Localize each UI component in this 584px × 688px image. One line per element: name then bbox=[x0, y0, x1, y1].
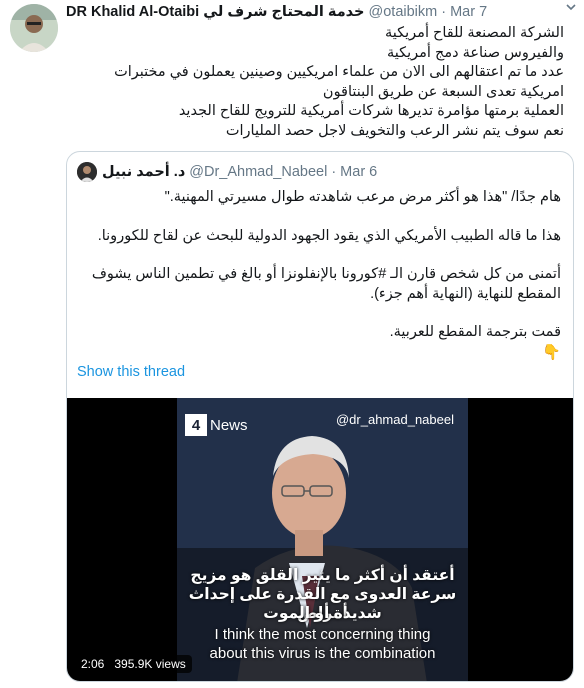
quoted-line: قمت بترجمة المقطع للعربية. bbox=[389, 324, 561, 340]
quoted-paragraph: هذا ما قاله الطبيب الأمريكي الذي يقود ال… bbox=[97, 227, 561, 244]
video-meta: 2:06 395.9K views bbox=[75, 655, 192, 673]
author-tagline[interactable]: خدمة المحتاج شرف لي bbox=[203, 4, 364, 20]
quoted-text: هام جدًا/ "هذا هو أكثر مرض مرعب شاهدته ط… bbox=[77, 188, 561, 373]
tweet-line: نعم سوف يتم نشر الرعب والتخويف لاجل حصد … bbox=[225, 122, 564, 139]
quoted-tweet[interactable]: د. أحمد نبيل @Dr_Ahmad_Nabeel · Mar 6 ها… bbox=[66, 151, 574, 682]
quoted-time[interactable]: Mar 6 bbox=[340, 164, 377, 180]
video-player[interactable]: 4 News @dr_ahmad_nabeel أعتقد أن أكثر ما… bbox=[67, 398, 573, 681]
video-frame: 4 News @dr_ahmad_nabeel أعتقد أن أكثر ما… bbox=[177, 398, 468, 681]
pointing-down-emoji-icon: 👇 bbox=[542, 343, 561, 361]
channel-name: News bbox=[210, 416, 248, 434]
author-avatar[interactable] bbox=[10, 4, 58, 52]
video-watermark: @dr_ahmad_nabeel bbox=[335, 412, 454, 427]
subtitle-english: about this virus is the combination bbox=[209, 645, 436, 662]
quoted-handle[interactable]: @Dr_Ahmad_Nabeel bbox=[189, 164, 327, 180]
video-duration: 2:06 bbox=[81, 657, 105, 671]
separator-dot: · bbox=[441, 4, 447, 20]
subtitle-arabic: أعتقد أن أكثر ما يثير القلق هو مزيج bbox=[190, 567, 455, 584]
chevron-down-icon[interactable] bbox=[564, 0, 578, 14]
author-name[interactable]: DR Khalid Al-Otaibi bbox=[66, 4, 199, 20]
quoted-name[interactable]: د. أحمد نبيل bbox=[102, 164, 185, 180]
tweet-line: الشركة المصنعة للقاح أمريكية bbox=[384, 25, 564, 41]
quoted-paragraph: قمت بترجمة المقطع للعربية. 👇 bbox=[77, 323, 561, 363]
tweet: DR Khalid Al-Otaibi خدمة المحتاج شرف لي … bbox=[0, 0, 584, 688]
quoted-header: د. أحمد نبيل @Dr_Ahmad_Nabeel · Mar 6 bbox=[77, 162, 377, 182]
quoted-avatar[interactable] bbox=[77, 162, 97, 182]
subtitle-english: I think the most concerning thing bbox=[214, 626, 431, 643]
video-views: 395.9K views bbox=[114, 657, 186, 671]
quoted-line: المقطع للنهاية (النهاية أهم جزء). bbox=[370, 285, 561, 302]
channel-number: 4 bbox=[185, 414, 207, 436]
tweet-line: امريكية تعدى السبعة عن طريق البنتاقون bbox=[322, 83, 564, 100]
separator-dot: · bbox=[331, 164, 337, 180]
author-handle[interactable]: @otaibikm bbox=[369, 4, 438, 20]
tweet-time[interactable]: Mar 7 bbox=[450, 4, 487, 20]
tweet-line: والفيروس صناعة دمج أمريكية bbox=[386, 44, 564, 61]
tweet-line: عدد ما تم اعتقالهم الى الان من علماء امر… bbox=[114, 64, 564, 80]
tweet-header: DR Khalid Al-Otaibi خدمة المحتاج شرف لي … bbox=[66, 2, 576, 22]
channel4-logo: 4 News bbox=[185, 414, 248, 436]
quoted-line: أتمنى من كل شخص قارن الـ #كورونا بالإنفل… bbox=[91, 266, 561, 282]
subtitle-arabic: شديدة أو الموت bbox=[263, 605, 382, 622]
show-thread-link[interactable]: Show this thread bbox=[77, 364, 185, 380]
quoted-paragraph: أتمنى من كل شخص قارن الـ #كورونا بالإنفل… bbox=[77, 265, 561, 304]
quoted-paragraph: هام جدًا/ "هذا هو أكثر مرض مرعب شاهدته ط… bbox=[164, 189, 561, 205]
tweet-text: الشركة المصنعة للقاح أمريكية والفيروس صن… bbox=[66, 24, 564, 141]
tweet-line: العملية برمتها مؤامرة تديرها شركات أمريك… bbox=[178, 103, 564, 119]
